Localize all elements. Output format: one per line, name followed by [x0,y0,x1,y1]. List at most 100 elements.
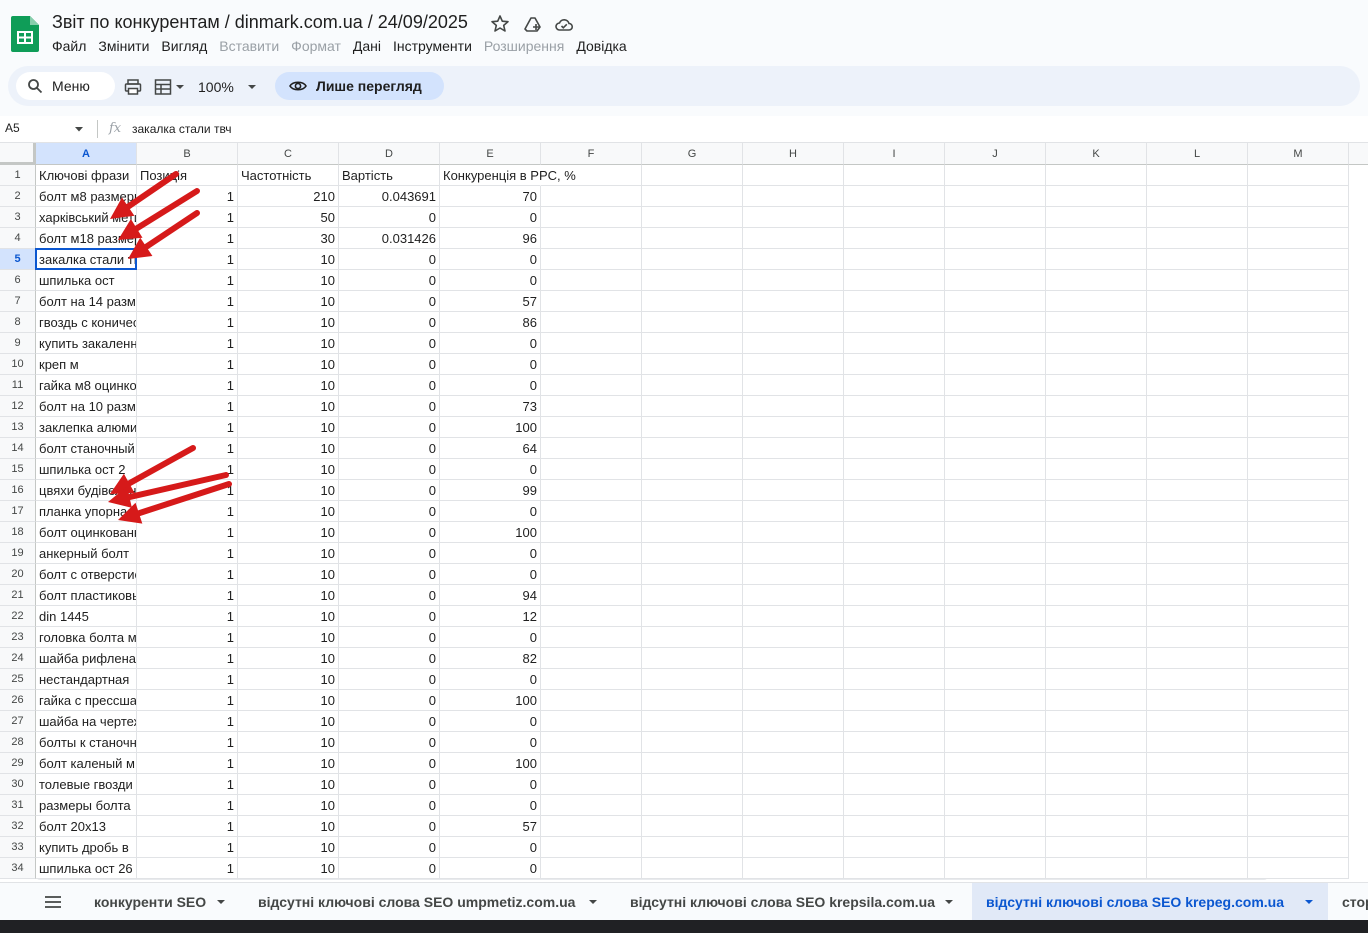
table-cell[interactable] [945,816,1046,837]
table-cell[interactable]: 1 [137,249,238,270]
table-cell[interactable] [1147,669,1248,690]
table-cell[interactable]: 0 [339,858,440,879]
table-cell[interactable]: 0 [339,543,440,564]
table-cell[interactable] [1147,417,1248,438]
table-cell[interactable]: 0 [339,606,440,627]
table-cell[interactable] [541,606,642,627]
select-all-corner[interactable] [0,143,36,165]
table-cell[interactable]: 82 [440,648,541,669]
table-cell[interactable] [541,690,642,711]
table-cell[interactable]: 1 [137,858,238,879]
table-cell[interactable]: шайба на чертеже [36,711,137,732]
table-cell[interactable] [844,858,945,879]
table-cell[interactable] [743,207,844,228]
table-cell[interactable] [541,396,642,417]
table-cell[interactable] [541,753,642,774]
table-cell[interactable]: 10 [238,753,339,774]
table-cell[interactable]: 10 [238,501,339,522]
table-cell[interactable] [945,627,1046,648]
table-cell[interactable] [1147,690,1248,711]
table-cell[interactable] [1248,501,1349,522]
table-cell[interactable] [1046,774,1147,795]
table-cell[interactable]: 1 [137,774,238,795]
table-cell[interactable]: 1 [137,795,238,816]
table-cell[interactable]: болт 20х13 [36,816,137,837]
table-cell[interactable]: 0 [440,501,541,522]
table-cell[interactable] [945,207,1046,228]
table-cell[interactable] [743,753,844,774]
table-cell[interactable] [642,669,743,690]
menu-insert[interactable]: Вставити [219,38,285,58]
table-cell[interactable] [1248,438,1349,459]
column-header-l[interactable]: L [1147,143,1248,165]
table-cell[interactable] [844,690,945,711]
table-cell[interactable] [945,186,1046,207]
table-cell[interactable] [1147,291,1248,312]
table-cell[interactable] [1248,375,1349,396]
table-cell[interactable] [1147,270,1248,291]
table-cell[interactable] [541,858,642,879]
table-cell[interactable]: анкерный болт [36,543,137,564]
row-header[interactable]: 29 [0,753,36,774]
table-cell[interactable] [844,522,945,543]
table-cell[interactable]: 0 [339,333,440,354]
table-cell[interactable] [743,690,844,711]
sheet-tab[interactable]: відсутні ключові слова SEO umpmetiz.com.… [244,883,612,921]
table-cell[interactable]: 1 [137,333,238,354]
table-cell[interactable] [743,375,844,396]
row-header[interactable]: 18 [0,522,36,543]
table-cell[interactable]: 10 [238,396,339,417]
table-cell[interactable]: 0 [440,774,541,795]
table-cell[interactable] [642,186,743,207]
table-cell[interactable] [1147,249,1248,270]
row-header[interactable]: 4 [0,228,36,249]
table-cell[interactable]: 10 [238,690,339,711]
table-cell[interactable]: 0 [440,795,541,816]
table-cell[interactable] [642,207,743,228]
table-cell[interactable] [743,564,844,585]
table-cell[interactable] [743,291,844,312]
table-cell[interactable] [1046,249,1147,270]
table-cell[interactable] [642,249,743,270]
header-cell[interactable]: Вартість [339,165,440,186]
table-cell[interactable]: 0.031426 [339,228,440,249]
table-format-icon[interactable] [154,78,172,96]
table-cell[interactable]: 12 [440,606,541,627]
menu-extensions[interactable]: Розширення [484,38,570,58]
table-cell[interactable]: 0 [339,459,440,480]
table-cell[interactable] [945,795,1046,816]
table-cell[interactable] [743,270,844,291]
table-cell[interactable] [1248,627,1349,648]
table-cell[interactable] [844,543,945,564]
table-cell[interactable]: 0 [440,270,541,291]
table-cell[interactable] [743,249,844,270]
menu-tools[interactable]: Інструменти [393,38,478,58]
table-cell[interactable] [1248,186,1349,207]
row-header[interactable]: 31 [0,795,36,816]
table-cell[interactable]: 10 [238,333,339,354]
table-cell[interactable]: 1 [137,585,238,606]
table-cell[interactable] [844,375,945,396]
table-cell[interactable] [844,249,945,270]
table-cell[interactable]: 1 [137,711,238,732]
all-sheets-menu-icon[interactable] [44,895,62,909]
table-cell[interactable]: болт оцинкованный [36,522,137,543]
table-cell[interactable]: 30 [238,228,339,249]
table-cell[interactable]: 10 [238,627,339,648]
table-cell[interactable] [1248,585,1349,606]
table-cell[interactable] [1046,480,1147,501]
header-cell[interactable]: Конкуренція в PPC, % [440,165,576,186]
table-cell[interactable] [945,396,1046,417]
table-cell[interactable] [844,837,945,858]
table-cell[interactable] [844,816,945,837]
table-cell[interactable] [1248,417,1349,438]
table-cell[interactable]: закалка стали твч [36,249,137,270]
table-cell[interactable] [844,711,945,732]
table-cell[interactable] [541,774,642,795]
row-header[interactable]: 17 [0,501,36,522]
table-cell[interactable] [1147,753,1248,774]
table-cell[interactable] [844,354,945,375]
table-cell[interactable]: 1 [137,228,238,249]
table-cell[interactable] [642,732,743,753]
table-cell[interactable]: 0 [339,501,440,522]
